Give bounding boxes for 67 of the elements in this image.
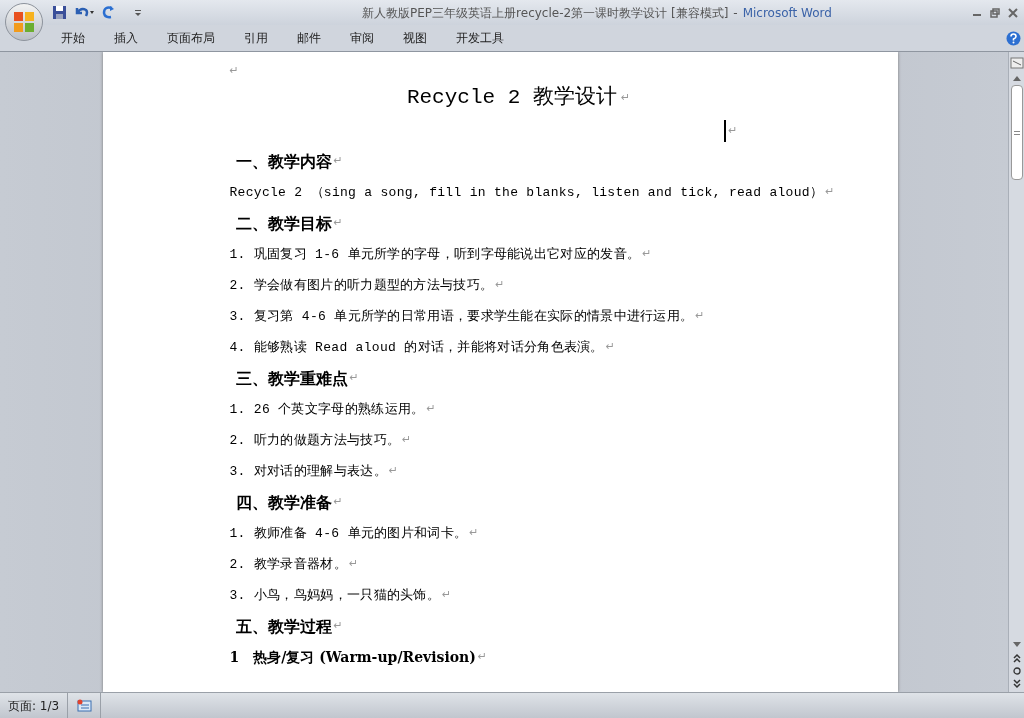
office-logo-icon (13, 11, 35, 33)
section-heading: 1 热身/复习 (Warm-up/Revision) (229, 648, 476, 667)
app-name: Microsoft Word (742, 4, 832, 22)
paragraph-mark: ↵ (620, 89, 631, 106)
paragraph-mark: ↵ (495, 277, 505, 294)
document-title: Recycle 2 教学设计 (406, 84, 617, 112)
ribbon-tab[interactable]: 页面布局 (156, 26, 226, 50)
redo-icon[interactable] (101, 5, 116, 20)
ribbon-tab[interactable]: 引用 (233, 26, 279, 50)
body-text: 1. 巩固复习 1-6 单元所学的字母，听到字母能说出它对应的发音。 (229, 245, 641, 264)
ribbon-tab[interactable]: 邮件 (286, 26, 332, 50)
window-title: 新人教版PEP三年级英语上册recycle-2第一课时教学设计 [兼容模式] (362, 4, 729, 22)
scroll-down-icon (1011, 641, 1022, 649)
scroll-up-icon (1011, 74, 1022, 82)
paragraph-mark: ↵ (333, 215, 343, 232)
body-text: 3. 对对话的理解与表达。 (229, 462, 387, 481)
body-text: 2. 学会做有图片的听力题型的方法与技巧。 (229, 276, 494, 295)
restore-icon[interactable] (990, 7, 1000, 18)
close-icon[interactable] (1008, 7, 1018, 18)
paragraph-mark: ↵ (388, 463, 399, 480)
title-separator: - (733, 4, 738, 22)
paragraph-mark: ↵ (605, 339, 615, 356)
paragraph-mark: ↵ (825, 184, 835, 201)
browse-object-icon (1011, 666, 1022, 676)
previous-page-icon (1011, 653, 1022, 663)
help-icon[interactable] (1006, 30, 1021, 46)
body-text: 1. 26 个英文字母的熟练运用。 (229, 400, 425, 419)
paragraph-mark: ↵ (469, 525, 479, 542)
section-heading: 五、教学过程 (235, 615, 332, 638)
body-text: 2. 听力的做题方法与技巧。 (229, 431, 401, 450)
paragraph-mark: ↵ (442, 587, 452, 604)
vertical-scrollbar[interactable] (1008, 52, 1024, 692)
ribbon-tab[interactable]: 开发工具 (445, 26, 515, 50)
ribbon-tab[interactable]: 开始 (50, 26, 96, 50)
paragraph-mark: ↵ (349, 370, 359, 387)
page-indicator[interactable]: 页面: 1/3 (0, 693, 69, 718)
paragraph-mark: ↵ (642, 246, 652, 263)
body-text: Recycle 2 （sing a song, fill in the blanks, listen and tick, read aloud） (229, 183, 824, 202)
next-page-icon (1011, 679, 1022, 689)
paragraph-mark: ↵ (426, 401, 436, 418)
ribbon-tab[interactable]: 审阅 (339, 26, 385, 50)
body-text: 3. 复习第 4-6 单元所学的日常用语，要求学生能在实际的情景中进行运用。 (229, 307, 694, 326)
paragraph-mark: ↵ (229, 62, 239, 79)
customize-caret-icon[interactable] (134, 8, 142, 17)
paragraph-mark: ↵ (695, 308, 705, 325)
macro-record-icon[interactable] (76, 699, 93, 712)
office-button[interactable] (5, 3, 43, 41)
body-text: 1. 教师准备 4-6 单元的图片和词卡。 (229, 524, 468, 543)
body-text: 3. 小鸟，鸟妈妈，一只猫的头饰。 (229, 586, 440, 605)
ribbon-tab[interactable]: 视图 (392, 26, 438, 50)
body-text: 4. 能够熟读 Read aloud 的对话，并能将对话分角色表演。 (229, 338, 604, 357)
section-heading: 四、教学准备 (235, 491, 332, 514)
paragraph-mark: ↵ (348, 556, 359, 573)
body-text: 2. 教学录音器材。 (229, 555, 347, 574)
section-heading: 一、教学内容 (235, 150, 332, 173)
paragraph-mark: ↵ (728, 122, 738, 139)
text-cursor (724, 120, 727, 142)
paragraph-mark: ↵ (402, 432, 412, 449)
ribbon-tab[interactable]: 插入 (103, 26, 149, 50)
section-heading: 二、教学目标 (235, 212, 332, 235)
save-icon[interactable] (52, 5, 67, 20)
ruler-toggle-icon (1009, 56, 1024, 70)
section-heading: 三、教学重难点 (235, 367, 348, 390)
paragraph-mark: ↵ (333, 153, 343, 170)
paragraph-mark: ↵ (477, 649, 488, 666)
paragraph-mark: ↵ (333, 618, 343, 635)
paragraph-mark: ↵ (333, 494, 343, 511)
